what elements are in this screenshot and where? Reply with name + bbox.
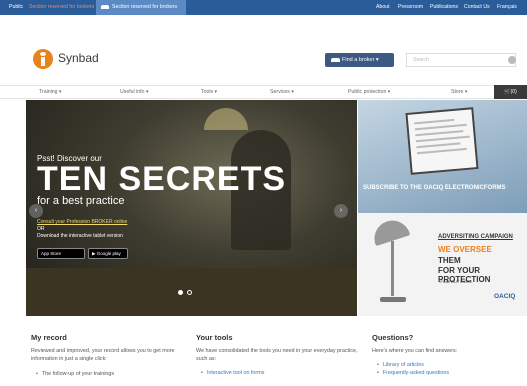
oaciq-logo: OACIQ bbox=[494, 293, 516, 300]
campaign-title: ADVERSITING CAMPAIGN bbox=[438, 234, 513, 240]
nav-useful-info[interactable]: Useful info ▾ bbox=[120, 86, 149, 98]
questions-title: Questions? bbox=[372, 333, 414, 342]
cart-button[interactable]: 🛒(0) bbox=[494, 85, 527, 99]
eforms-ad-caption: SUBSCRIBE TO THE OACIQ ELECTRONICFORMS bbox=[363, 185, 506, 191]
hero-carousel: Psst! Discover our TEN SECRETS for a bes… bbox=[26, 100, 357, 316]
list-item[interactable]: Library of articles bbox=[377, 362, 449, 370]
broker-section-tab[interactable]: Section reserved for brokers bbox=[96, 0, 186, 15]
campaign-line-2: THEM bbox=[438, 256, 461, 265]
my-record-title: My record bbox=[31, 333, 67, 342]
eforms-ad-banner[interactable]: SUBSCRIBE TO THE OACIQ ELECTRONICFORMS bbox=[358, 100, 527, 213]
search-icon[interactable] bbox=[508, 56, 516, 64]
reserved-section-link-muted[interactable]: Section reserved for brokers bbox=[29, 0, 94, 15]
carousel-next-icon[interactable]: › bbox=[334, 204, 348, 218]
nav-training[interactable]: Training ▾ bbox=[39, 86, 62, 98]
about-link[interactable]: About bbox=[376, 0, 390, 15]
main-nav: Training ▾ Useful info ▾ Tools ▾ Service… bbox=[0, 85, 527, 99]
carousel-dot[interactable] bbox=[187, 290, 192, 295]
tablet-graphic bbox=[405, 107, 479, 175]
lamp-icon bbox=[369, 215, 411, 247]
hero-subheadline: for a best practice bbox=[37, 195, 125, 207]
publications-link[interactable]: Publications bbox=[430, 0, 458, 15]
cart-count: (0) bbox=[510, 89, 517, 95]
nav-store[interactable]: Store ▾ bbox=[451, 86, 467, 98]
hero-consult-link[interactable]: Consult your Profession BROKER online bbox=[37, 219, 127, 225]
nav-public-protection[interactable]: Public protection ▾ bbox=[348, 86, 390, 98]
logo-icon[interactable] bbox=[33, 49, 53, 69]
carousel-prev-icon[interactable]: ‹ bbox=[29, 204, 43, 218]
people-icon bbox=[101, 4, 109, 9]
hero-download-text: Download the interactive tablet version bbox=[37, 233, 123, 239]
list-item[interactable]: Interactive tool on forms bbox=[201, 370, 265, 378]
broker-section-label: Section reserved for brokers bbox=[112, 4, 178, 10]
my-record-list: The follow-up of your trainings bbox=[36, 371, 114, 379]
hero-headline: TEN SECRETS bbox=[37, 160, 287, 198]
my-record-body: Reviewed and improved, your record allow… bbox=[31, 348, 175, 362]
carousel-dot-active[interactable] bbox=[178, 290, 183, 295]
nav-services[interactable]: Services ▾ bbox=[270, 86, 294, 98]
contact-link[interactable]: Contact Us bbox=[464, 0, 490, 15]
search-input[interactable]: Search bbox=[406, 53, 516, 67]
list-item: The follow-up of your trainings bbox=[36, 371, 114, 379]
public-link[interactable]: Public bbox=[9, 0, 23, 15]
campaign-line-1: WE OVERSEE bbox=[438, 245, 492, 254]
questions-body: Here's where you can find answers: bbox=[372, 348, 458, 354]
list-item[interactable]: Frequently-asked questions bbox=[377, 370, 449, 378]
hero-or-text: OR bbox=[37, 226, 45, 232]
your-tools-title: Your tools bbox=[196, 333, 233, 342]
find-broker-label: Find a broker ▾ bbox=[342, 57, 379, 63]
campaign-ad-banner[interactable]: ADVERSITING CAMPAIGN WE OVERSEE THEM FOR… bbox=[358, 213, 527, 316]
language-link[interactable]: Français bbox=[497, 0, 517, 15]
app-store-button[interactable]: App Store bbox=[37, 248, 85, 259]
find-broker-button[interactable]: Find a broker ▾ bbox=[325, 53, 394, 67]
hero-lamp-graphic bbox=[204, 108, 248, 130]
top-utility-bar: Public Section reserved for brokers Sect… bbox=[0, 0, 527, 15]
campaign-find-out-more[interactable]: +FIND OUT MORE bbox=[438, 279, 472, 284]
logo-text[interactable]: Synbad bbox=[58, 51, 99, 65]
google-play-button[interactable]: ▶ Google play bbox=[88, 248, 128, 259]
nav-tools[interactable]: Tools ▾ bbox=[201, 86, 217, 98]
questions-list: Library of articles Frequently-asked que… bbox=[377, 362, 449, 377]
pressroom-link[interactable]: Pressroom bbox=[398, 0, 423, 15]
your-tools-list: Interactive tool on forms bbox=[201, 370, 265, 378]
your-tools-body: We have consolidated the tools you need … bbox=[196, 348, 358, 362]
people-icon bbox=[331, 58, 340, 62]
